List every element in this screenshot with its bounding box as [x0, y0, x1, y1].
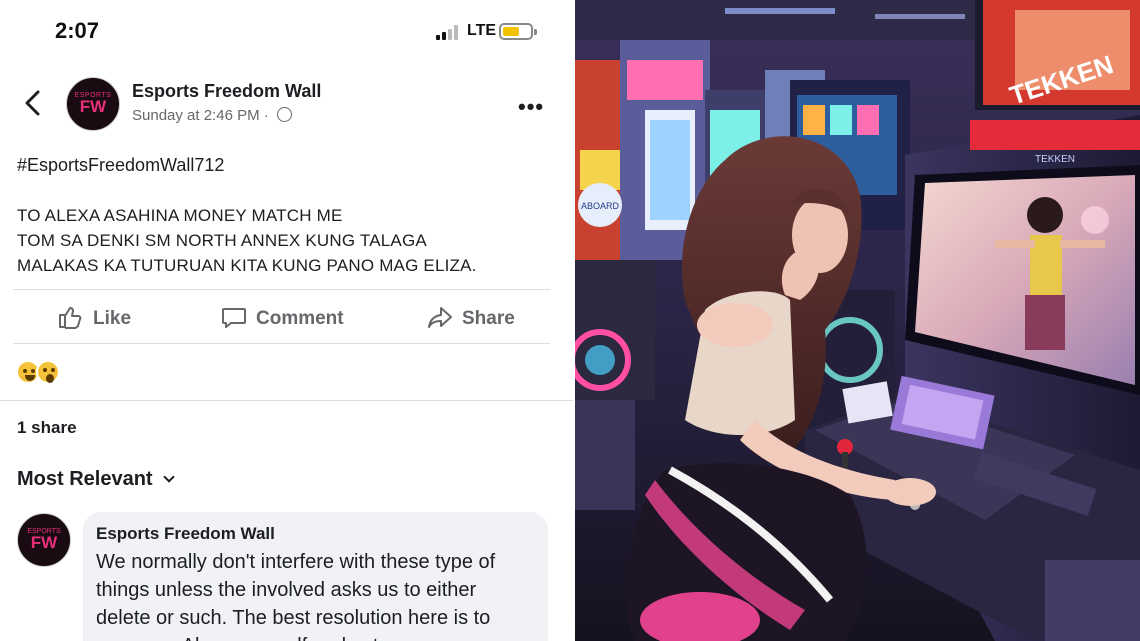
comment-icon: [222, 308, 246, 328]
comment-author[interactable]: Esports Freedom Wall: [96, 524, 275, 544]
comment-button[interactable]: Comment: [221, 304, 361, 332]
share-arrow-icon: [428, 307, 452, 328]
comment-label: Comment: [256, 308, 344, 329]
cabinet-label-text: TEKKEN: [1035, 154, 1075, 165]
post-text-line: TOM SA DENKI SM NORTH ANNEX KUNG TALAGA: [17, 231, 427, 250]
more-options-icon[interactable]: •••: [518, 94, 544, 120]
like-button[interactable]: Like: [57, 304, 147, 332]
post-hashtag[interactable]: #EsportsFreedomWall712: [17, 155, 224, 176]
divider: [0, 400, 573, 401]
post-text-line: TO ALEXA ASAHINA MONEY MATCH ME: [17, 206, 343, 225]
post-text-line: MALAKAS KA TUTURUAN KITA KUNG PANO MAG E…: [17, 256, 477, 275]
like-label: Like: [93, 308, 132, 329]
comment-bubble: Esports Freedom Wall We normally don't i…: [83, 512, 548, 641]
share-count[interactable]: 1 share: [17, 418, 77, 438]
divider: [13, 289, 550, 290]
status-bar: 2:07 LTE: [0, 0, 573, 62]
network-label: LTE: [467, 22, 497, 39]
globe-icon: [276, 107, 292, 122]
avatar-text: FW: [79, 97, 107, 116]
page-name[interactable]: Esports Freedom Wall: [132, 81, 321, 102]
arcade-photo: ABOARD TEKKEN TEKKEN: [575, 0, 1140, 641]
arcade-photo-illustration: ABOARD TEKKEN TEKKEN: [575, 0, 1140, 641]
page-avatar[interactable]: ESPORTS FW: [66, 77, 120, 131]
signal-icon: [436, 24, 462, 40]
status-time: 2:07: [55, 18, 100, 43]
avatar-text: FW: [30, 533, 58, 552]
comment-text: We normally don't interfere with these t…: [96, 551, 496, 641]
share-label: Share: [462, 308, 515, 329]
thumbs-up-icon: [59, 307, 82, 329]
facebook-post-panel: 2:07 LTE ESPORTS FW Esports Freedom Wall…: [0, 0, 573, 641]
chevron-down-icon: [162, 471, 175, 483]
post-meta: Sunday at 2:46 PM ·: [132, 107, 292, 124]
back-arrow-icon[interactable]: [22, 88, 44, 118]
divider: [13, 343, 550, 344]
battery-icon: [499, 23, 537, 40]
comment-sort-dropdown[interactable]: Most Relevant: [17, 468, 175, 491]
sort-label: Most Relevant: [17, 468, 153, 490]
wow-reaction-icon: [36, 360, 60, 384]
share-button[interactable]: Share: [427, 304, 527, 332]
post-text: TO ALEXA ASAHINA MONEY MATCH ME TOM SA D…: [17, 203, 557, 278]
comment-avatar[interactable]: ESPORTS FW: [17, 513, 71, 567]
post-timestamp: Sunday at 2:46 PM ·: [132, 107, 269, 124]
aboard-sign-text: ABOARD: [581, 201, 620, 211]
